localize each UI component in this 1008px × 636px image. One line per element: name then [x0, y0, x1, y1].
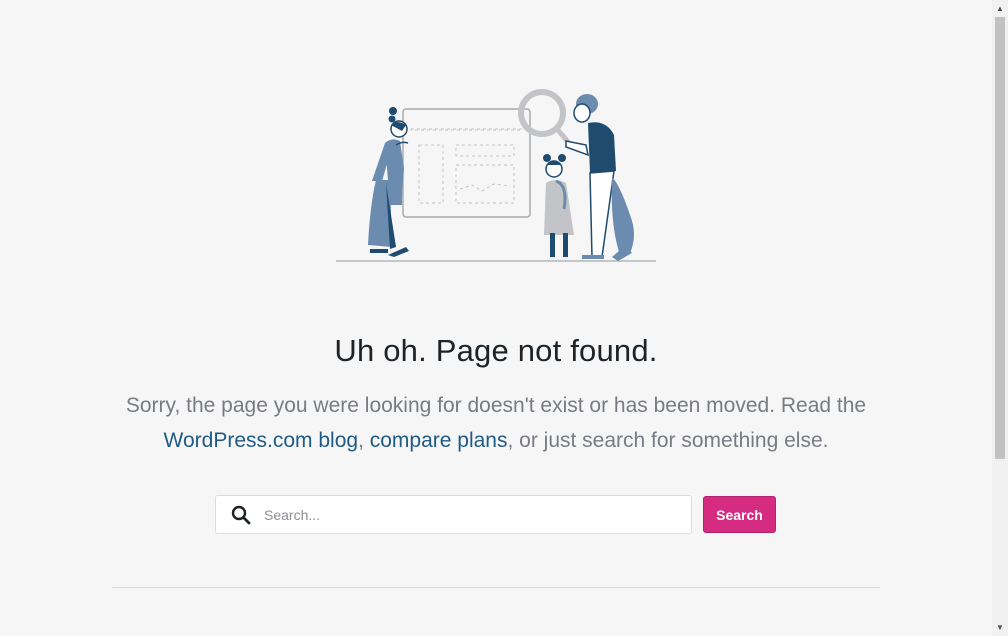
scrollbar-thumb[interactable] [995, 17, 1005, 459]
vertical-scrollbar[interactable]: ▲ ▼ [992, 0, 1008, 636]
page-title: Uh oh. Page not found. [334, 333, 658, 368]
scroll-down-icon[interactable]: ▼ [992, 619, 1008, 636]
error-message-text: Sorry, the page you were looking for doe… [125, 394, 867, 417]
page-content: Uh oh. Page not found. Sorry, the page y… [0, 0, 992, 636]
search-button[interactable]: Search [703, 496, 776, 533]
search-box[interactable] [215, 495, 692, 534]
wordpress-blog-link[interactable]: WordPress.com blog [164, 429, 359, 452]
divider [112, 587, 880, 588]
compare-plans-link[interactable]: compare plans [370, 429, 508, 452]
not-found-illustration [336, 89, 656, 262]
error-message: Sorry, the page you were looking for doe… [120, 388, 872, 458]
separator-text: , [358, 429, 370, 452]
scroll-up-icon[interactable]: ▲ [992, 0, 1008, 17]
search-input[interactable] [264, 497, 679, 532]
error-message-tail: , or just search for something else. [507, 429, 829, 452]
search-icon [231, 505, 251, 525]
